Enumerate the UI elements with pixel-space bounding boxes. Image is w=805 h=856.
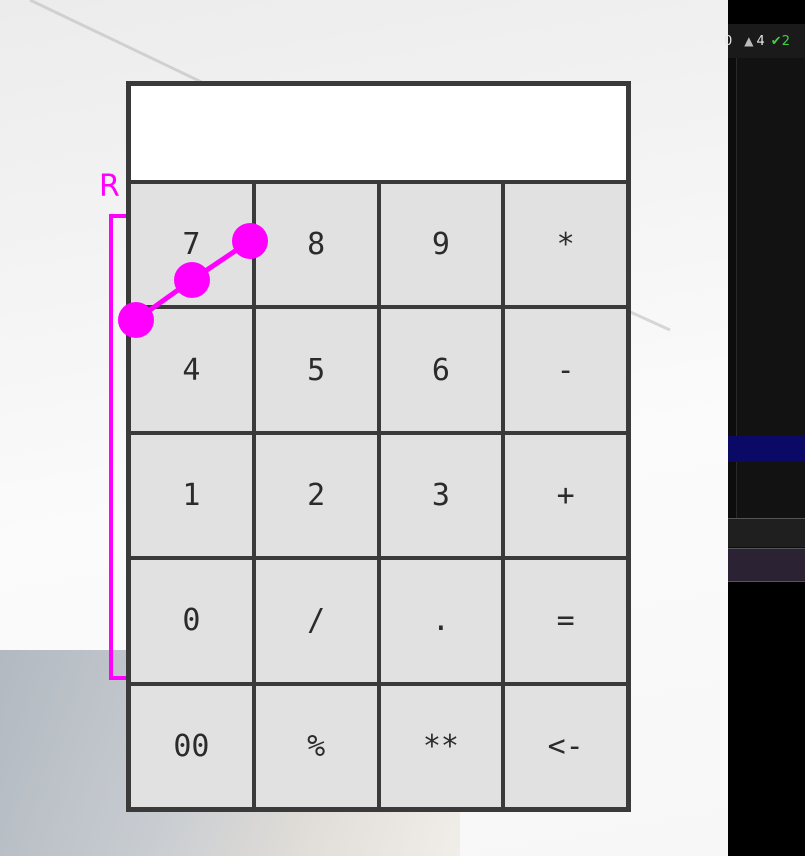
key-0-button[interactable]: 0 — [131, 560, 252, 682]
key-decimal-button[interactable]: . — [380, 560, 502, 682]
key-9-button[interactable]: 9 — [380, 184, 502, 306]
check-count: 2 — [781, 33, 790, 49]
key-7-button[interactable]: 7 — [131, 184, 252, 306]
panel-status-bar — [728, 0, 805, 24]
key-6-button[interactable]: 6 — [380, 309, 502, 431]
key-divide-button[interactable]: / — [255, 560, 377, 682]
key-backspace-button[interactable]: <- — [505, 685, 626, 807]
key-4-button[interactable]: 4 — [131, 309, 252, 431]
left-number: 0 — [724, 33, 733, 49]
key-equals-button[interactable]: = — [505, 560, 626, 682]
hand-tracking-label: R — [99, 169, 120, 204]
key-multiply-button[interactable]: * — [505, 184, 626, 306]
key-subtract-button[interactable]: - — [505, 309, 626, 431]
key-5-button[interactable]: 5 — [255, 309, 377, 431]
calculator-display — [131, 86, 626, 180]
key-3-button[interactable]: 3 — [380, 434, 502, 557]
warning-triangle-icon[interactable]: ▲ — [744, 34, 753, 48]
key-add-button[interactable]: + — [505, 434, 626, 557]
panel-toolbar: 0 ▲ 4 ✔ 2 — [724, 24, 805, 58]
key-8-button[interactable]: 8 — [255, 184, 377, 306]
key-1-button[interactable]: 1 — [131, 434, 252, 557]
panel-footer-bar — [728, 518, 805, 547]
keypad: 7 8 9 * 4 5 6- 1 2 3 +0/. = 00% ** <- — [131, 184, 626, 807]
key-2-button[interactable]: 2 — [255, 434, 377, 557]
panel-bottom — [728, 582, 805, 856]
warning-count: 4 — [756, 33, 765, 49]
key-percent-button[interactable]: % — [255, 685, 377, 807]
panel-footer-input[interactable] — [728, 548, 805, 582]
calculator: 7 8 9 * 4 5 6- 1 2 3 +0/. = 00% ** <- — [126, 81, 631, 812]
key-power-button[interactable]: ** — [380, 685, 502, 807]
selected-row[interactable] — [728, 436, 805, 462]
key-double-zero-button[interactable]: 00 — [131, 685, 252, 807]
check-icon[interactable]: ✔ — [771, 34, 782, 49]
side-panel: 0 ▲ 4 ✔ 2 — [724, 0, 805, 856]
